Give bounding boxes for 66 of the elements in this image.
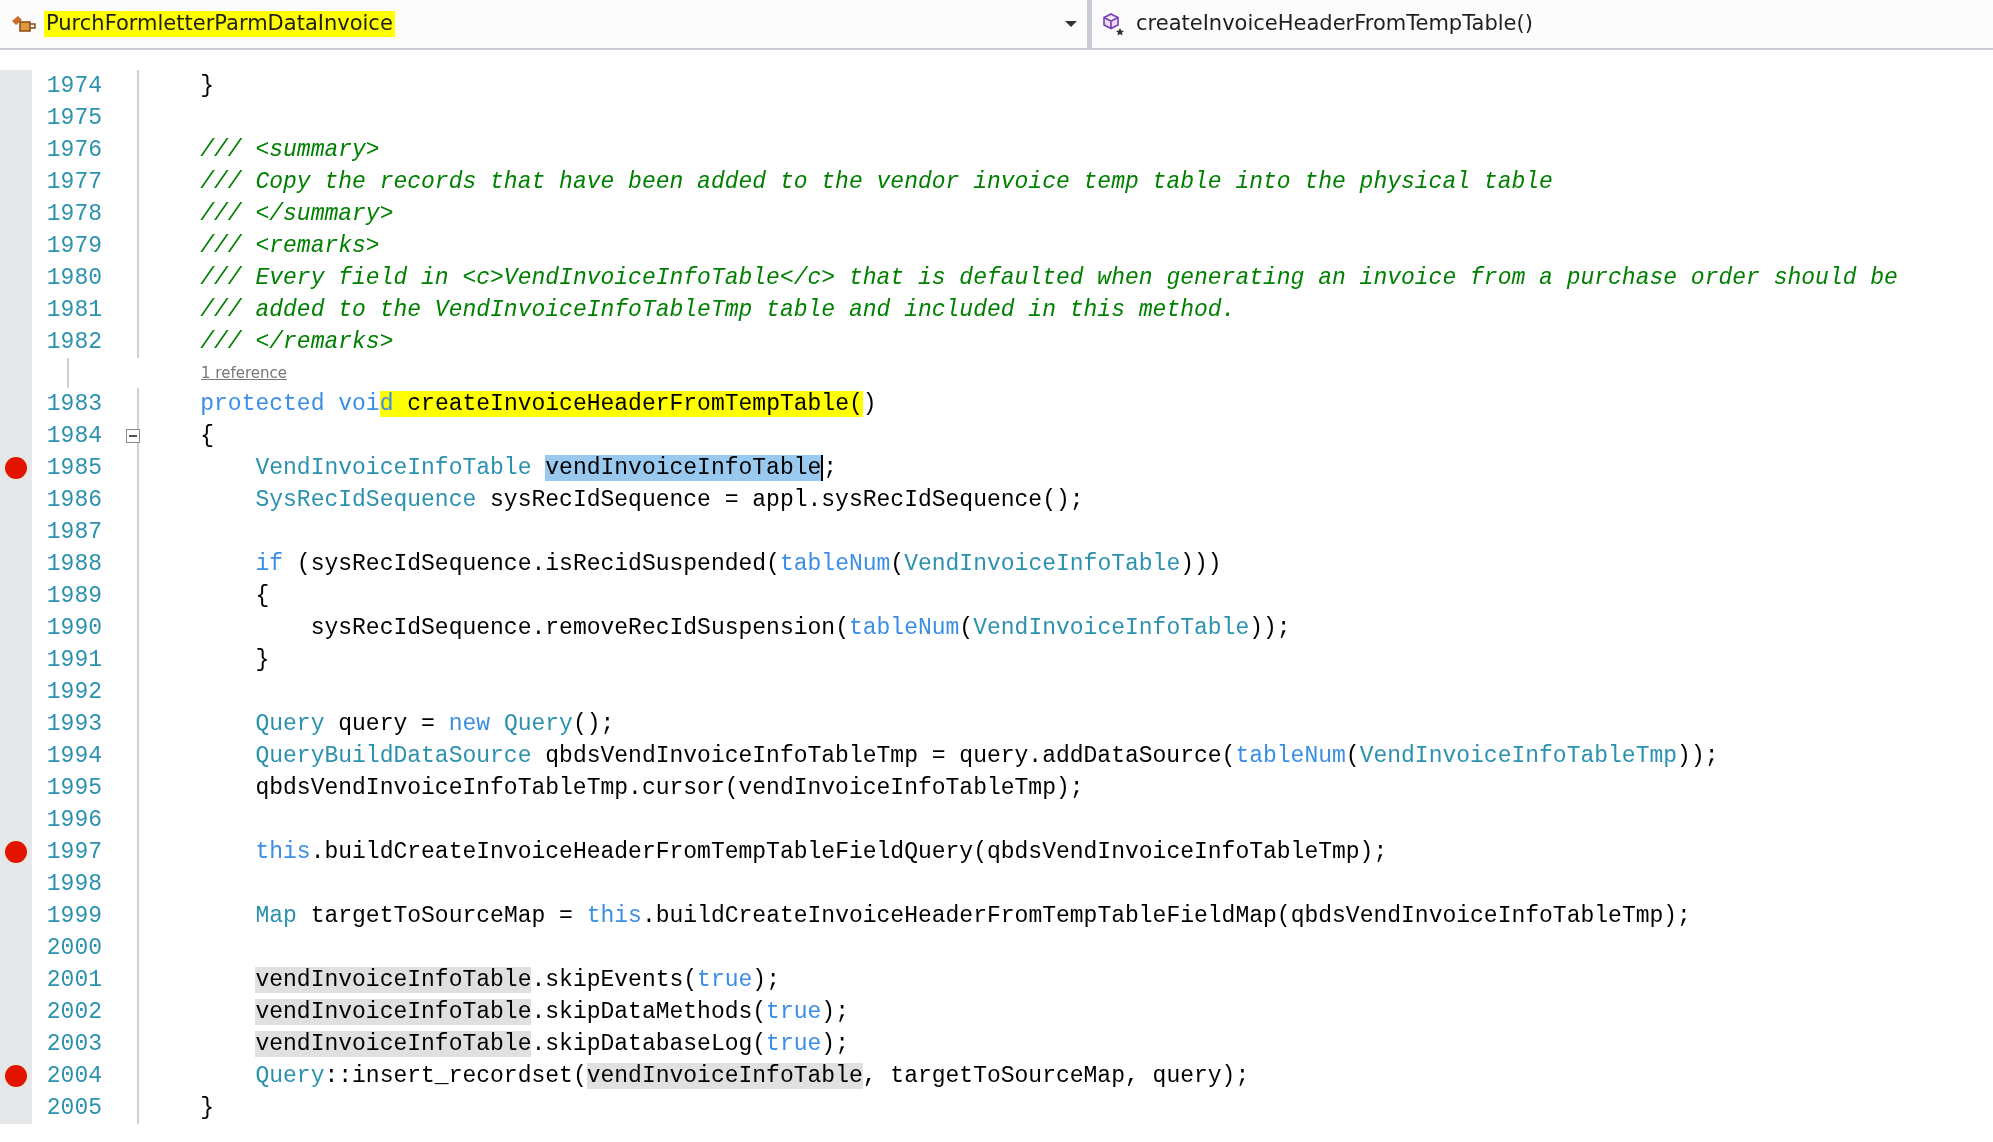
line-number: 1993 xyxy=(45,710,102,739)
line-number: 1999 xyxy=(45,902,102,931)
line-number: 1992 xyxy=(45,678,102,707)
class-dropdown[interactable]: PurchFormletterParmDataInvoice xyxy=(0,0,1092,48)
code-line: /// <summary> xyxy=(199,136,380,165)
code-line: vendInvoiceInfoTable.skipDatabaseLog(true); xyxy=(254,1030,849,1059)
dropdown-caret-icon xyxy=(1065,21,1077,27)
code-line: QueryBuildDataSource qbdsVendInvoiceInfoTableTmp = query.addDataSource(tableNum(VendInvoiceInfoTableTmp)); xyxy=(254,742,1719,771)
line-number: 1980 xyxy=(45,264,102,293)
code-line: /// added to the VendInvoiceInfoTableTmp table and included in this method. xyxy=(199,296,1236,325)
line-number: 1998 xyxy=(45,870,102,899)
line-number: 1986 xyxy=(45,486,102,515)
code-line: Query query = new Query(); xyxy=(254,710,615,739)
line-number: 1996 xyxy=(45,806,102,835)
line-number: 1985 xyxy=(45,454,102,483)
class-name: PurchFormletterParmDataInvoice xyxy=(44,11,395,37)
code-line: /// Copy the records that have been added to the vendor invoice temp table into the physical table xyxy=(199,168,1553,197)
code-line: { xyxy=(254,582,270,611)
line-number: 1979 xyxy=(45,232,102,261)
code-line: { xyxy=(199,422,215,451)
line-number: 1978 xyxy=(45,200,102,229)
code-line: /// </remarks> xyxy=(199,328,394,357)
line-number: 2002 xyxy=(45,998,102,1027)
code-line: /// <remarks> xyxy=(199,232,380,261)
collapse-icon[interactable] xyxy=(126,429,140,443)
line-number: 1988 xyxy=(45,550,102,579)
method-name: createInvoiceHeaderFromTempTable() xyxy=(1135,11,1534,37)
code-line: Query::insert_recordset(vendInvoiceInfoTable, targetToSourceMap, query); xyxy=(254,1062,1250,1091)
line-number: 1975 xyxy=(45,104,102,133)
line-number: 2005 xyxy=(45,1094,102,1123)
code-line: VendInvoiceInfoTable vendInvoiceInfoTable; xyxy=(254,453,838,483)
line-number: 1984 xyxy=(45,422,102,451)
line-number: 1997 xyxy=(45,838,102,867)
line-number: 1987 xyxy=(45,518,102,547)
code-line: vendInvoiceInfoTable.skipEvents(true); xyxy=(254,966,780,995)
line-number: 1981 xyxy=(45,296,102,325)
code-line: } xyxy=(199,1094,215,1123)
code-line: SysRecIdSequence sysRecIdSequence = appl.sysRecIdSequence(); xyxy=(254,486,1084,515)
code-line: } xyxy=(199,72,215,101)
code-line: /// Every field in <c>VendInvoiceInfoTable</c> that is defaulted when generating an invoice from a purchase order should be xyxy=(199,264,1898,293)
line-number: 1977 xyxy=(45,168,102,197)
method-icon xyxy=(1102,12,1126,36)
line-number: 2003 xyxy=(45,1030,102,1059)
line-number: 2004 xyxy=(45,1062,102,1091)
line-number: 1994 xyxy=(45,742,102,771)
code-line: vendInvoiceInfoTable.skipDataMethods(true); xyxy=(254,998,849,1027)
code-line: sysRecIdSequence.removeRecIdSuspension(tableNum(VendInvoiceInfoTable)); xyxy=(309,614,1291,643)
member-dropdown[interactable]: createInvoiceHeaderFromTempTable() xyxy=(1092,0,1993,48)
code-line: qbdsVendInvoiceInfoTableTmp.cursor(vendInvoiceInfoTableTmp); xyxy=(254,774,1084,803)
line-number: 1990 xyxy=(45,614,102,643)
line-number: 2001 xyxy=(45,966,102,995)
line-number: 1983 xyxy=(45,390,102,419)
line-number: 1991 xyxy=(45,646,102,675)
line-number: 2000 xyxy=(45,934,102,963)
line-number: 1995 xyxy=(45,774,102,803)
reference-count-link[interactable]: 1 reference xyxy=(145,358,287,388)
line-number: 1982 xyxy=(45,328,102,357)
line-number: 1989 xyxy=(45,582,102,611)
line-number: 1976 xyxy=(45,136,102,165)
code-line: if (sysRecIdSequence.isRecidSuspended(tableNum(VendInvoiceInfoTable))) xyxy=(254,550,1222,579)
line-number: 1974 xyxy=(45,72,102,101)
code-line: /// </summary> xyxy=(199,200,394,229)
code-line: Map targetToSourceMap = this.buildCreateInvoiceHeaderFromTempTableFieldMap(qbdsVendInvoiceInfoTableTmp); xyxy=(254,902,1691,931)
class-icon xyxy=(10,13,36,35)
code-line: } xyxy=(254,646,270,675)
code-line: this.buildCreateInvoiceHeaderFromTempTableFieldQuery(qbdsVendInvoiceInfoTableTmp); xyxy=(254,838,1388,867)
